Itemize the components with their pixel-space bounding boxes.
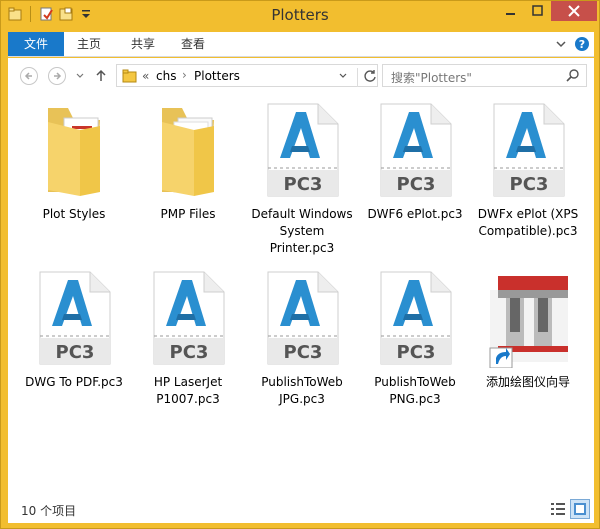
status-bar: 10 个项目 xyxy=(8,495,594,523)
breadcrumb-overflow[interactable]: « xyxy=(142,69,149,83)
maximize-button[interactable] xyxy=(524,1,551,21)
refresh-icon[interactable] xyxy=(357,68,378,87)
title-bar: Plotters xyxy=(1,1,599,31)
list-item-publishtoweb-png[interactable]: PC3 PublishToWeb PNG.pc3 xyxy=(365,268,465,408)
folder-icon xyxy=(34,100,114,200)
window-controls xyxy=(497,1,597,23)
search-input-placeholder: 搜索"Plotters" xyxy=(391,71,472,85)
pc3-file-icon: PC3 xyxy=(148,268,228,368)
recent-locations-chevron-icon[interactable] xyxy=(74,69,86,81)
item-label: PublishToWeb JPG.pc3 xyxy=(261,375,343,406)
expand-ribbon-chevron-icon[interactable] xyxy=(554,37,568,54)
navigation-bar: « chs › Plotters 搜索"Plotters" xyxy=(8,58,594,92)
svg-text:PC3: PC3 xyxy=(284,342,323,363)
list-item-dwfx-eplot[interactable]: PC3 DWFx ePlot (XPS Compatible).pc3 xyxy=(478,100,578,270)
list-item-default-windows-printer[interactable]: PC3 Default Windows System Printer.pc3 xyxy=(251,100,353,270)
tab-view[interactable]: 查看 xyxy=(168,32,218,56)
tab-home[interactable]: 主页 xyxy=(64,32,114,56)
svg-text:PC3: PC3 xyxy=(170,342,209,363)
pc3-file-icon: PC3 xyxy=(375,100,455,200)
folder-icon xyxy=(122,68,138,87)
file-view: Plot Styles PMP Files PC3 Default Window… xyxy=(8,92,594,495)
pc3-file-icon: PC3 xyxy=(488,100,568,200)
pc3-file-icon: PC3 xyxy=(34,268,114,368)
breadcrumb-item-chs[interactable]: chs xyxy=(156,69,176,83)
svg-text:PC3: PC3 xyxy=(284,174,323,195)
address-bar[interactable]: « chs › Plotters xyxy=(116,64,378,87)
pc3-file-icon: PC3 xyxy=(262,268,342,368)
back-button[interactable] xyxy=(20,67,38,85)
breadcrumb-separator-icon: › xyxy=(182,68,187,82)
list-item-publishtoweb-jpg[interactable]: PC3 PublishToWeb JPG.pc3 xyxy=(252,268,352,408)
search-icon[interactable] xyxy=(566,68,580,85)
item-label: Plot Styles xyxy=(42,207,106,221)
details-view-icon[interactable] xyxy=(548,499,568,519)
pc3-file-icon: PC3 xyxy=(375,268,455,368)
item-label: Default Windows System Printer.pc3 xyxy=(251,207,353,255)
item-label: DWF6 ePlot.pc3 xyxy=(367,207,463,221)
ribbon-controls: ? xyxy=(554,36,590,55)
item-label: PMP Files xyxy=(160,207,216,221)
item-label: DWFx ePlot (XPS Compatible).pc3 xyxy=(477,207,579,238)
close-button[interactable] xyxy=(551,1,597,21)
list-item-add-plotter-wizard[interactable]: 添加绘图仪向导 xyxy=(478,268,578,389)
list-item-dwg-to-pdf[interactable]: PC3 DWG To PDF.pc3 xyxy=(24,268,124,408)
item-label: HP LaserJet P1007.pc3 xyxy=(153,375,223,406)
ribbon-tab-bar: 文件 主页 共享 查看 ? xyxy=(8,32,594,57)
explorer-window: Plotters 文件 主页 共享 查看 ? « chs › Plotters … xyxy=(0,0,600,529)
list-item-plot-styles[interactable]: Plot Styles xyxy=(24,100,124,250)
tab-share[interactable]: 共享 xyxy=(118,32,168,56)
folder-icon xyxy=(148,100,228,200)
help-icon[interactable]: ? xyxy=(574,36,590,55)
svg-text:PC3: PC3 xyxy=(397,174,436,195)
item-label: 添加绘图仪向导 xyxy=(485,375,570,389)
breadcrumb-item-plotters[interactable]: Plotters xyxy=(194,69,240,83)
item-count: 10 个项目 xyxy=(21,504,77,518)
item-label: DWG To PDF.pc3 xyxy=(25,375,123,389)
tab-file[interactable]: 文件 xyxy=(8,32,64,56)
large-icons-view-icon[interactable] xyxy=(570,499,590,519)
svg-text:PC3: PC3 xyxy=(510,174,549,195)
list-item-dwf6-eplot[interactable]: PC3 DWF6 ePlot.pc3 xyxy=(365,100,465,250)
forward-button[interactable] xyxy=(48,67,66,85)
up-arrow-icon[interactable] xyxy=(94,68,108,82)
item-label: PublishToWeb PNG.pc3 xyxy=(374,375,456,406)
svg-text:PC3: PC3 xyxy=(56,342,95,363)
pc3-file-icon: PC3 xyxy=(262,100,342,200)
plotter-wizard-shortcut-icon xyxy=(488,268,576,369)
list-item-pmp-files[interactable]: PMP Files xyxy=(138,100,238,250)
address-dropdown-chevron-icon[interactable] xyxy=(337,70,349,85)
search-field[interactable]: 搜索"Plotters" xyxy=(382,64,587,87)
svg-text:?: ? xyxy=(579,38,585,51)
list-item-hp-laserjet[interactable]: PC3 HP LaserJet P1007.pc3 xyxy=(138,268,238,408)
minimize-button[interactable] xyxy=(497,1,524,21)
svg-text:PC3: PC3 xyxy=(397,342,436,363)
